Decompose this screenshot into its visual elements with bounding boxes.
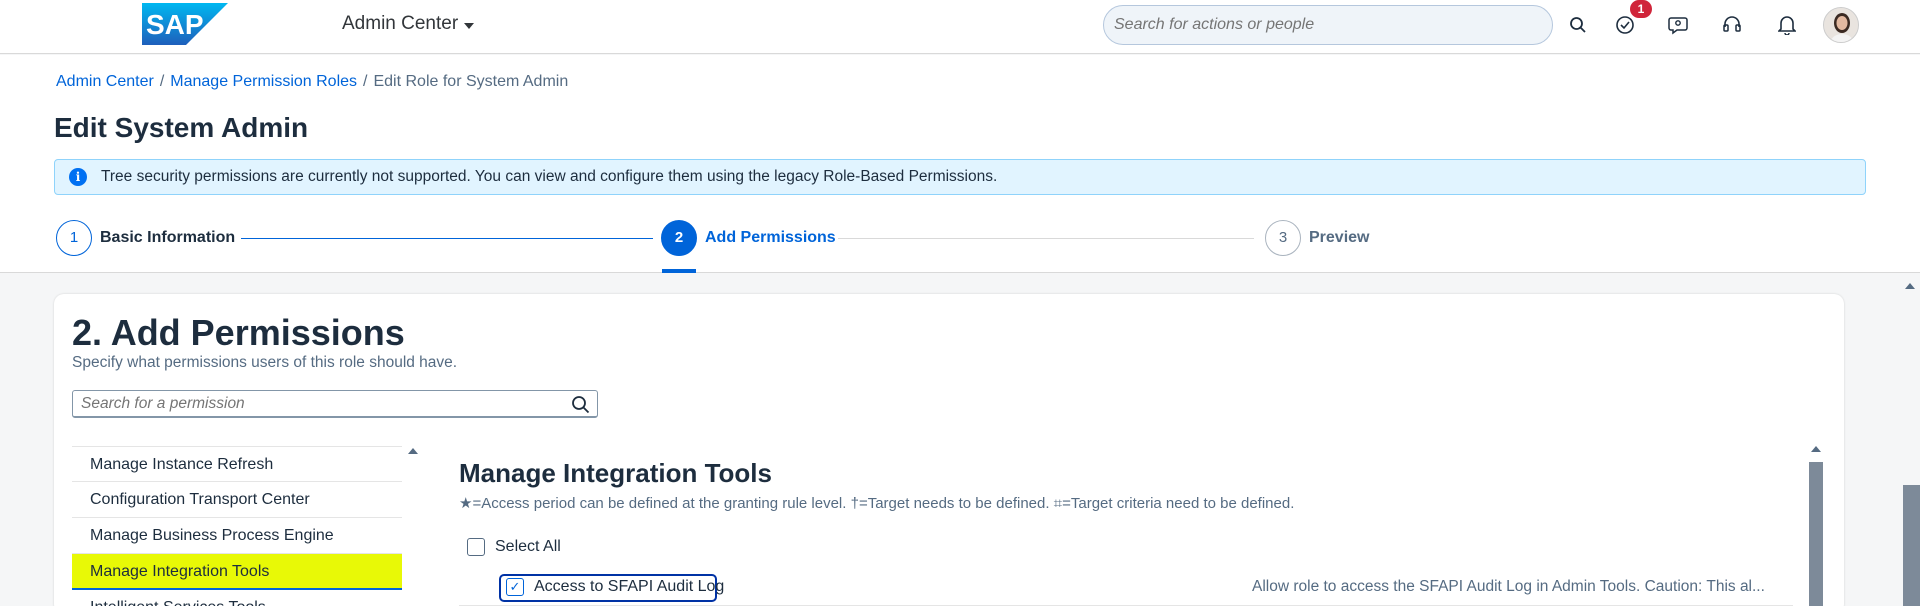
permission-search-input[interactable]: [72, 390, 598, 418]
page-header: Admin Center / Manage Permission Roles /…: [0, 55, 1920, 273]
info-icon: i: [69, 168, 87, 186]
permission-description: Allow role to access the SFAPI Audit Log…: [1252, 578, 1765, 595]
category-item[interactable]: Intelligent Services Tools: [72, 590, 402, 606]
category-item[interactable]: Manage Instance Refresh: [72, 446, 402, 482]
wizard-step-2[interactable]: 2 Add Permissions: [661, 220, 836, 256]
sap-logo[interactable]: SAP: [142, 3, 228, 45]
todo-badge: 1: [1630, 0, 1652, 18]
category-list-scroll-up-icon[interactable]: [408, 448, 418, 454]
step-label: Basic Information: [100, 229, 236, 246]
page-scroll-up-icon[interactable]: [1905, 283, 1915, 289]
breadcrumb-manage-permission-roles[interactable]: Manage Permission Roles: [170, 73, 357, 91]
step-connector-future: [838, 238, 1254, 239]
category-item[interactable]: Manage Business Process Engine: [72, 518, 402, 554]
category-item[interactable]: Configuration Transport Center: [72, 482, 402, 518]
step-number: 1: [56, 220, 92, 256]
permission-row[interactable]: ✓ Access to SFAPI Audit Log: [506, 578, 724, 596]
avatar[interactable]: [1823, 7, 1859, 43]
wizard-step-3[interactable]: 3 Preview: [1265, 220, 1369, 256]
permission-legend: ★=Access period can be defined at the gr…: [459, 495, 1295, 512]
permission-checkbox-checked[interactable]: ✓: [506, 578, 524, 596]
select-all-label: Select All: [495, 538, 561, 555]
info-message-strip: i Tree security permissions are currentl…: [54, 159, 1866, 195]
section-title: 2. Add Permissions: [72, 312, 405, 353]
page-scrollbar-thumb[interactable]: [1903, 485, 1920, 606]
detail-scroll-up-icon[interactable]: [1811, 446, 1821, 452]
sap-logo-text: SAP: [146, 9, 204, 40]
permission-category-list: Manage Instance Refresh Configuration Tr…: [72, 446, 402, 606]
section-subtitle: Specify what permissions users of this r…: [72, 354, 458, 371]
info-message-text: Tree security permissions are currently …: [101, 168, 998, 185]
breadcrumb-admin-center[interactable]: Admin Center: [56, 73, 154, 91]
detail-scrollbar-thumb[interactable]: [1809, 462, 1823, 606]
wizard-step-1[interactable]: 1 Basic Information: [56, 220, 235, 256]
step-connector-done: [241, 238, 653, 239]
bell-icon[interactable]: [1772, 10, 1802, 40]
breadcrumb-separator: /: [159, 73, 165, 90]
ask-icon[interactable]: [1664, 10, 1694, 40]
support-icon[interactable]: [1717, 10, 1747, 40]
chevron-down-icon: [464, 22, 475, 29]
search-icon[interactable]: [571, 395, 591, 415]
permissions-card: 2. Add Permissions Specify what permissi…: [54, 294, 1844, 606]
search-icon[interactable]: [1563, 10, 1593, 40]
select-all-checkbox[interactable]: [467, 538, 485, 556]
step-label: Add Permissions: [705, 229, 836, 246]
step-number: 2: [661, 220, 697, 256]
select-all-row[interactable]: Select All: [467, 538, 561, 556]
breadcrumb-current: Edit Role for System Admin: [373, 73, 569, 90]
category-item-selected[interactable]: Manage Integration Tools: [72, 554, 402, 590]
step-number: 3: [1265, 220, 1301, 256]
shell-bar: SAP Admin Center 1: [0, 0, 1920, 54]
app-title: Admin Center: [342, 13, 459, 34]
active-step-indicator: [662, 269, 696, 273]
permission-label: Access to SFAPI Audit Log: [534, 578, 725, 595]
breadcrumb: Admin Center / Manage Permission Roles /…: [56, 73, 568, 91]
shell-search-input[interactable]: [1103, 5, 1553, 45]
breadcrumb-separator: /: [363, 73, 368, 90]
permission-group-title: Manage Integration Tools: [459, 458, 772, 488]
page-title: Edit System Admin: [54, 112, 309, 143]
app-title-menu[interactable]: Admin Center: [342, 13, 475, 35]
step-label: Preview: [1309, 229, 1370, 246]
